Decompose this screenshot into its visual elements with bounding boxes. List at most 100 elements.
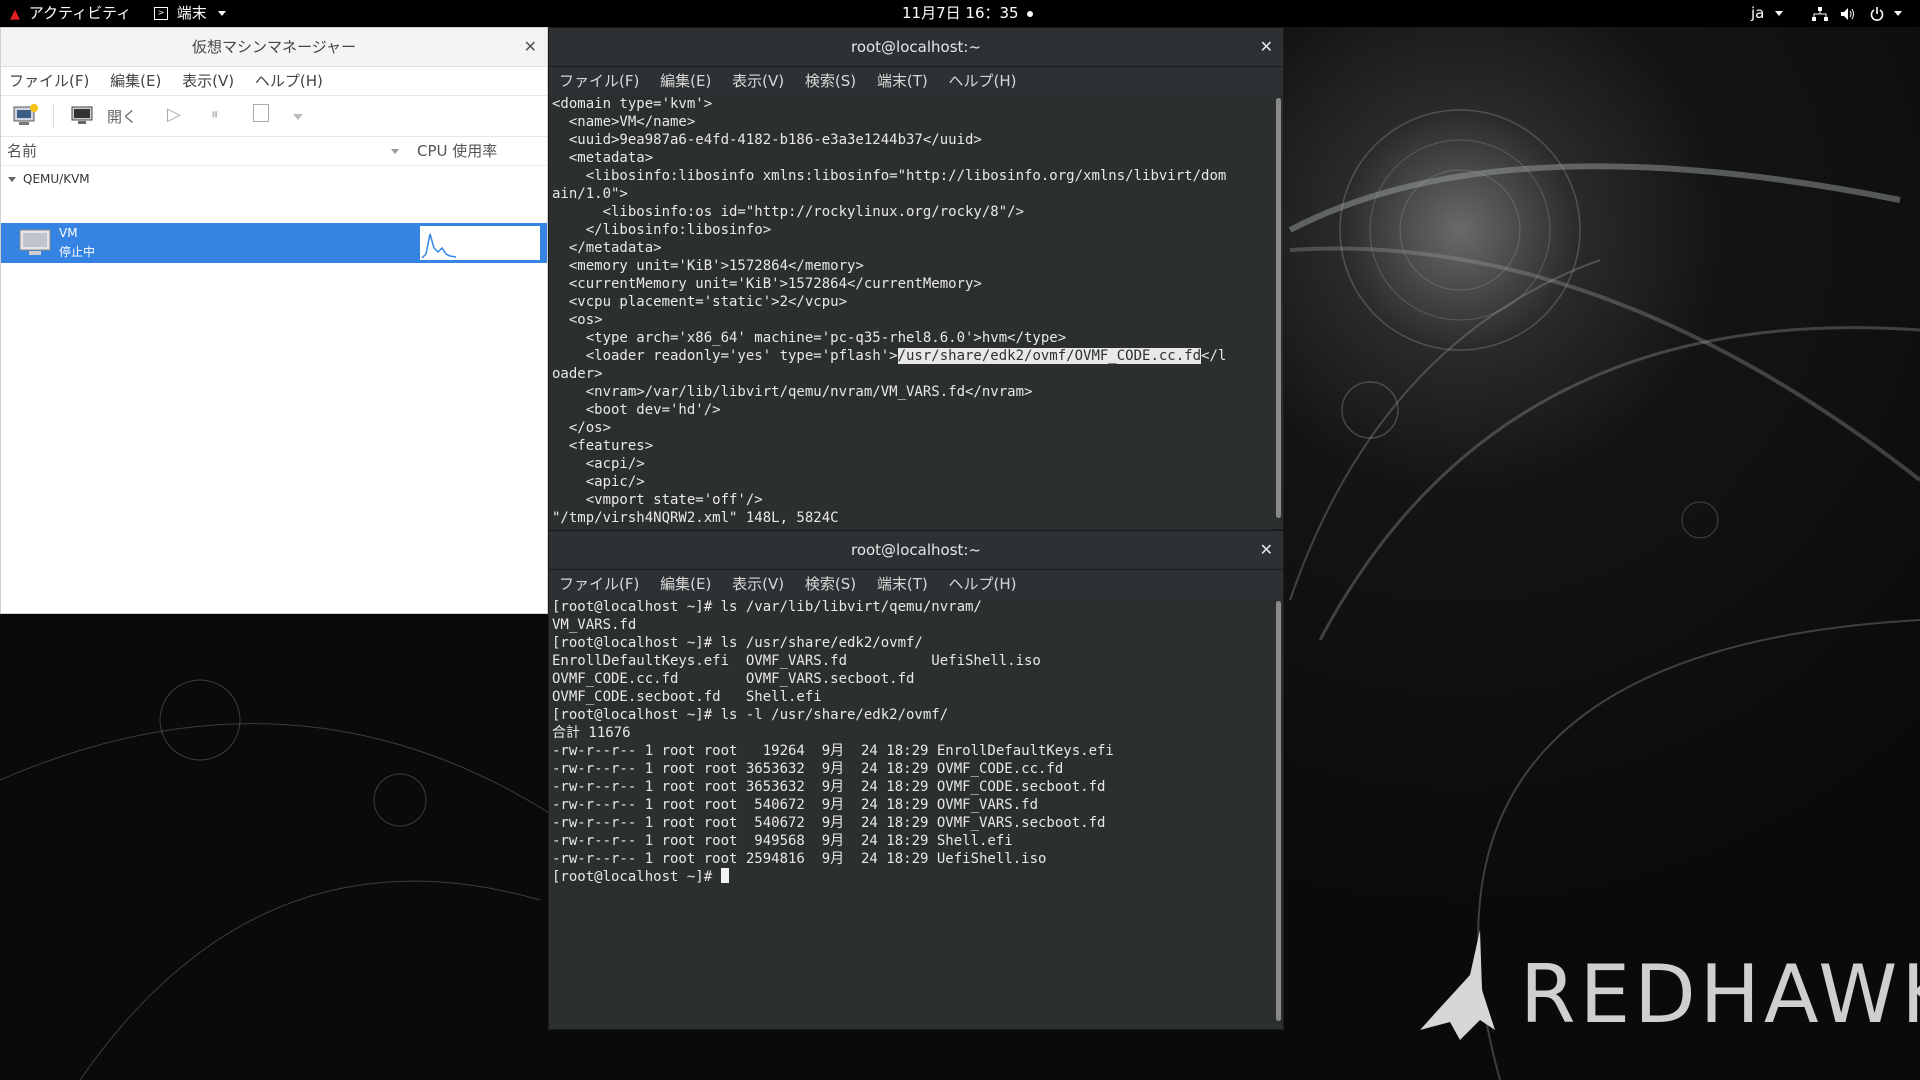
shell-line: -rw-r--r-- 1 root root 540672 9月 24 18:2…	[552, 797, 1039, 813]
close-icon[interactable]: ✕	[1260, 531, 1273, 569]
shell-line: -rw-r--r-- 1 root root 19264 9月 24 18:29…	[552, 743, 1114, 759]
editor-line: <metadata>	[552, 150, 654, 166]
terminal-2-screen[interactable]: [root@localhost ~]# ls /var/lib/libvirt/…	[549, 598, 1273, 1028]
close-icon[interactable]: ✕	[524, 28, 537, 66]
shell-line: [root@localhost ~]# ls /usr/share/edk2/o…	[552, 635, 923, 651]
vmm-menubar: ファイル(F) 編集(E) 表示(V) ヘルプ(H)	[1, 67, 547, 96]
editor-line: <libosinfo:os id="http://rockylinux.org/…	[552, 204, 1025, 220]
editor-line: <memory unit='KiB'>1572864</memory>	[552, 258, 864, 274]
toolbar-separator	[53, 104, 54, 128]
term-menu-edit[interactable]: 編集(E)	[660, 575, 711, 593]
volume-icon	[1840, 7, 1854, 20]
activities-button[interactable]: ▲ アクティビティ	[10, 0, 131, 27]
stop-icon[interactable]	[253, 104, 269, 122]
shell-prompt: [root@localhost ~]#	[552, 869, 721, 885]
vmm-menu-help[interactable]: ヘルプ(H)	[255, 72, 323, 90]
system-menu[interactable]	[1812, 0, 1903, 27]
term-menu-help[interactable]: ヘルプ(H)	[949, 72, 1017, 90]
input-method-label: ja	[1751, 4, 1765, 22]
term-menu-help[interactable]: ヘルプ(H)	[949, 575, 1017, 593]
terminal-2-title: root@localhost:~	[850, 541, 982, 559]
redhawk-logo-icon	[1420, 930, 1495, 1040]
vmm-menu-file[interactable]: ファイル(F)	[9, 72, 89, 90]
chevron-down-icon	[217, 11, 226, 16]
chevron-down-icon	[1894, 11, 1903, 16]
editor-line: <vmport state='off'/>	[552, 492, 763, 508]
editor-buffer: <domain type='kvm'> <name>VM</name> <uui…	[549, 95, 1273, 527]
term-menu-edit[interactable]: 編集(E)	[660, 72, 711, 90]
term-menu-search[interactable]: 検索(S)	[805, 72, 856, 90]
editor-line: <type arch='x86_64' machine='pc-q35-rhel…	[552, 330, 1067, 346]
connection-group[interactable]: QEMU/KVM	[1, 166, 547, 192]
editor-line: <nvram>/var/lib/libvirt/qemu/nvram/VM_VA…	[552, 384, 1033, 400]
terminal-1-menubar: ファイル(F) 編集(E) 表示(V) 検索(S) 端末(T) ヘルプ(H)	[549, 67, 1283, 95]
cpu-usage-graph	[419, 225, 541, 261]
vmm-menu-edit[interactable]: 編集(E)	[110, 72, 161, 90]
term-menu-view[interactable]: 表示(V)	[732, 575, 784, 593]
editor-line: <libosinfo:libosinfo xmlns:libosinfo="ht…	[552, 168, 1227, 184]
vm-row[interactable]: VM 停止中	[1, 223, 547, 263]
vmm-titlebar[interactable]: 仮想マシンマネージャー ✕	[1, 28, 547, 67]
editor-line: </metadata>	[552, 240, 662, 256]
input-method-menu[interactable]: ja	[1751, 0, 1784, 27]
clock[interactable]: 11月7日 16：35	[902, 0, 1034, 27]
terminal-1-screen[interactable]: <domain type='kvm'> <name>VM</name> <uui…	[549, 95, 1273, 531]
new-vm-icon[interactable]	[13, 104, 39, 126]
top-bar: ▲ アクティビティ > 端末 11月7日 16：35 ja	[0, 0, 1920, 27]
monitor-icon[interactable]	[71, 106, 93, 126]
vmm-menu-view[interactable]: 表示(V)	[182, 72, 234, 90]
term-menu-view[interactable]: 表示(V)	[732, 72, 784, 90]
pause-icon[interactable]: ⏸	[211, 105, 219, 123]
activities-label: アクティビティ	[28, 4, 132, 22]
shell-line: OVMF_CODE.cc.fd OVMF_VARS.secboot.fd	[552, 671, 915, 687]
shell-line: EnrollDefaultKeys.efi OVMF_VARS.fd UefiS…	[552, 653, 1041, 669]
column-name[interactable]: 名前	[7, 137, 37, 165]
term-menu-file[interactable]: ファイル(F)	[559, 72, 639, 90]
editor-line: <apic/>	[552, 474, 645, 490]
expander-icon[interactable]	[8, 177, 16, 182]
editor-line: <boot dev='hd'/>	[552, 402, 721, 418]
terminal-window-2: root@localhost:~ ✕ ファイル(F) 編集(E) 表示(V) 検…	[548, 530, 1284, 1030]
column-cpu-usage[interactable]: CPU 使用率	[417, 137, 497, 165]
chevron-down-icon[interactable]	[293, 114, 303, 120]
shell-line: OVMF_CODE.secboot.fd Shell.efi	[552, 689, 822, 705]
sort-chevron-icon[interactable]	[391, 149, 399, 154]
play-icon[interactable]: ▷	[167, 104, 181, 125]
shell-line: 合計 11676	[552, 725, 631, 741]
shell-line: -rw-r--r-- 1 root root 540672 9月 24 18:2…	[552, 815, 1106, 831]
shell-line: VM_VARS.fd	[552, 617, 637, 633]
term-menu-terminal[interactable]: 端末(T)	[877, 72, 928, 90]
terminal-1-title: root@localhost:~	[850, 38, 982, 56]
terminal-2-titlebar[interactable]: root@localhost:~ ✕	[549, 531, 1283, 570]
virt-manager-window: 仮想マシンマネージャー ✕ ファイル(F) 編集(E) 表示(V) ヘルプ(H)…	[0, 27, 548, 614]
notification-dot-icon	[1027, 10, 1034, 17]
close-icon[interactable]: ✕	[1260, 28, 1273, 66]
cpu-sparkline	[421, 233, 457, 259]
terminal-1-scrollbar[interactable]	[1276, 98, 1281, 518]
computer-icon	[19, 229, 51, 255]
clock-label: 11月7日 16：35	[902, 4, 1019, 22]
power-icon	[1870, 6, 1883, 21]
editor-line: </os>	[552, 420, 612, 436]
term-menu-file[interactable]: ファイル(F)	[559, 575, 639, 593]
app-menu[interactable]: > 端末	[154, 0, 226, 27]
vmm-title: 仮想マシンマネージャー	[192, 38, 356, 56]
redhawk-small-icon: ▲	[10, 7, 20, 22]
editor-line: oader>	[552, 366, 603, 382]
terminal-2-scrollbar[interactable]	[1276, 601, 1281, 1021]
editor-line: <acpi/>	[552, 456, 645, 472]
network-icon	[1812, 6, 1828, 21]
chevron-down-icon	[1775, 11, 1784, 16]
terminal-2-menubar: ファイル(F) 編集(E) 表示(V) 検索(S) 端末(T) ヘルプ(H)	[549, 570, 1283, 598]
editor-line: <features>	[552, 438, 654, 454]
editor-line: ain/1.0">	[552, 186, 628, 202]
term-menu-terminal[interactable]: 端末(T)	[877, 575, 928, 593]
app-menu-label: 端末	[176, 4, 207, 22]
terminal-1-titlebar[interactable]: root@localhost:~ ✕	[549, 28, 1283, 67]
shell-output: [root@localhost ~]# ls /var/lib/libvirt/…	[549, 598, 1273, 886]
term-menu-search[interactable]: 検索(S)	[805, 575, 856, 593]
shell-line: -rw-r--r-- 1 root root 2594816 9月 24 18:…	[552, 851, 1047, 867]
vm-name: VM	[59, 226, 78, 240]
selected-text[interactable]: /usr/share/edk2/ovmf/OVMF_CODE.cc.fd	[897, 348, 1202, 364]
open-button[interactable]: 開く	[107, 106, 137, 127]
